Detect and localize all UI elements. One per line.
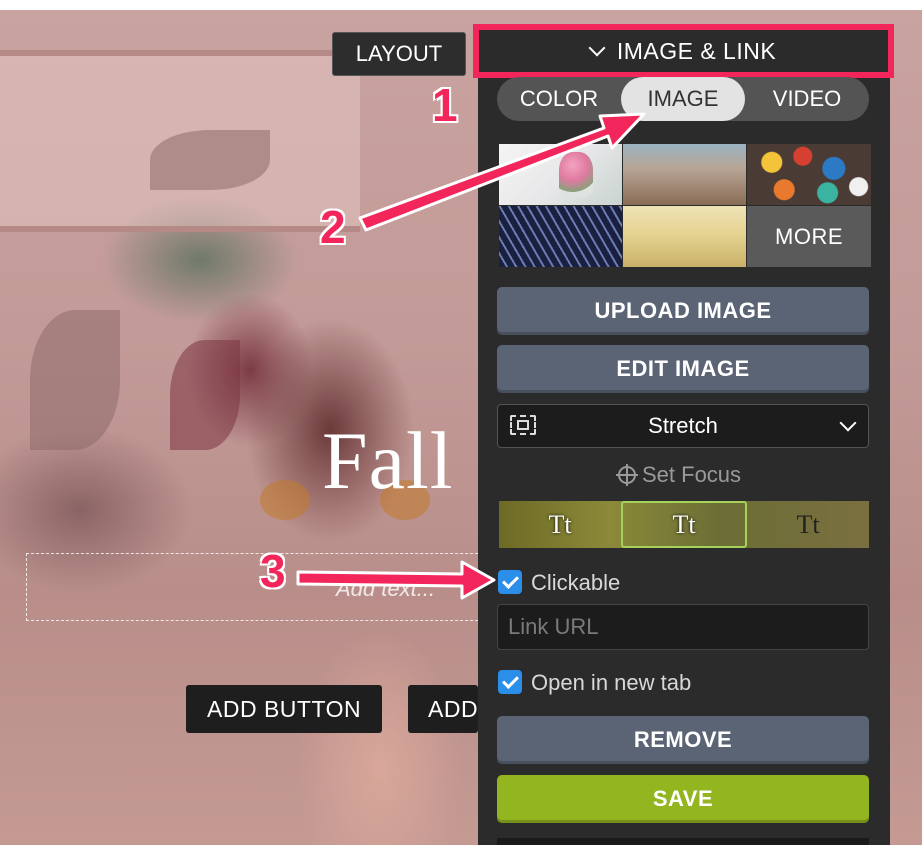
upload-image-button[interactable]: UPLOAD IMAGE — [497, 287, 869, 335]
thumbnail-city-street[interactable] — [623, 144, 746, 205]
background-type-tabs: COLOR IMAGE VIDEO — [497, 77, 869, 121]
add-text-placeholder[interactable]: Add text... — [336, 576, 435, 602]
layout-button[interactable]: LAYOUT — [332, 32, 466, 76]
edit-image-button[interactable]: EDIT IMAGE — [497, 345, 869, 393]
annotation-number-2: 2 — [320, 201, 346, 253]
add-button[interactable]: ADD BUTTON — [186, 685, 383, 733]
crosshair-icon — [616, 464, 638, 486]
leaf-shape — [150, 130, 270, 190]
thumbnail-glass-building[interactable] — [499, 206, 622, 267]
text-style-light[interactable]: Tt — [499, 501, 621, 548]
remove-button[interactable]: REMOVE — [497, 716, 869, 764]
text-style-selected[interactable]: Tt — [621, 501, 747, 548]
open-new-tab-checkbox[interactable] — [498, 670, 522, 694]
tab-color[interactable]: COLOR — [497, 77, 621, 121]
link-url-input[interactable] — [497, 604, 869, 650]
tab-video[interactable]: VIDEO — [745, 77, 869, 121]
clickable-label: Clickable — [531, 570, 621, 595]
image-fit-select[interactable]: Stretch — [497, 404, 869, 448]
flower-shape — [170, 340, 240, 450]
text-style-options: Tt Tt Tt — [499, 501, 869, 548]
set-focus-button[interactable]: Set Focus — [616, 462, 742, 488]
open-new-tab-label: Open in new tab — [531, 670, 692, 695]
panel-header-label: IMAGE & LINK — [616, 37, 777, 64]
text-style-dark[interactable]: Tt — [747, 501, 869, 548]
stretch-icon — [510, 415, 536, 435]
more-images-button[interactable]: MORE — [747, 206, 871, 267]
chevron-down-icon — [839, 414, 857, 432]
thumbnail-flowers-vase[interactable] — [499, 144, 622, 205]
image-link-header[interactable]: IMAGE & LINK — [473, 24, 894, 78]
thumbnail-paint-cups[interactable] — [747, 144, 871, 205]
chevron-down-icon — [588, 39, 606, 57]
clickable-checkbox[interactable] — [498, 570, 522, 594]
save-button[interactable]: SAVE — [497, 775, 869, 823]
leaf-shape — [30, 310, 120, 450]
image-fit-value: Stretch — [648, 413, 718, 438]
thumbnail-wheat-field[interactable] — [623, 206, 746, 267]
image-thumbnails: MORE — [499, 144, 871, 267]
add-button-secondary[interactable]: ADD — [408, 685, 478, 733]
panel-bottom-edge — [497, 838, 869, 845]
tab-image[interactable]: IMAGE — [621, 77, 745, 121]
hero-title[interactable]: Fall — [322, 420, 454, 502]
flower-shape — [260, 480, 310, 520]
set-focus-label: Set Focus — [642, 462, 742, 487]
annotation-number-1: 1 — [432, 79, 458, 131]
annotation-number-3: 3 — [260, 545, 286, 597]
